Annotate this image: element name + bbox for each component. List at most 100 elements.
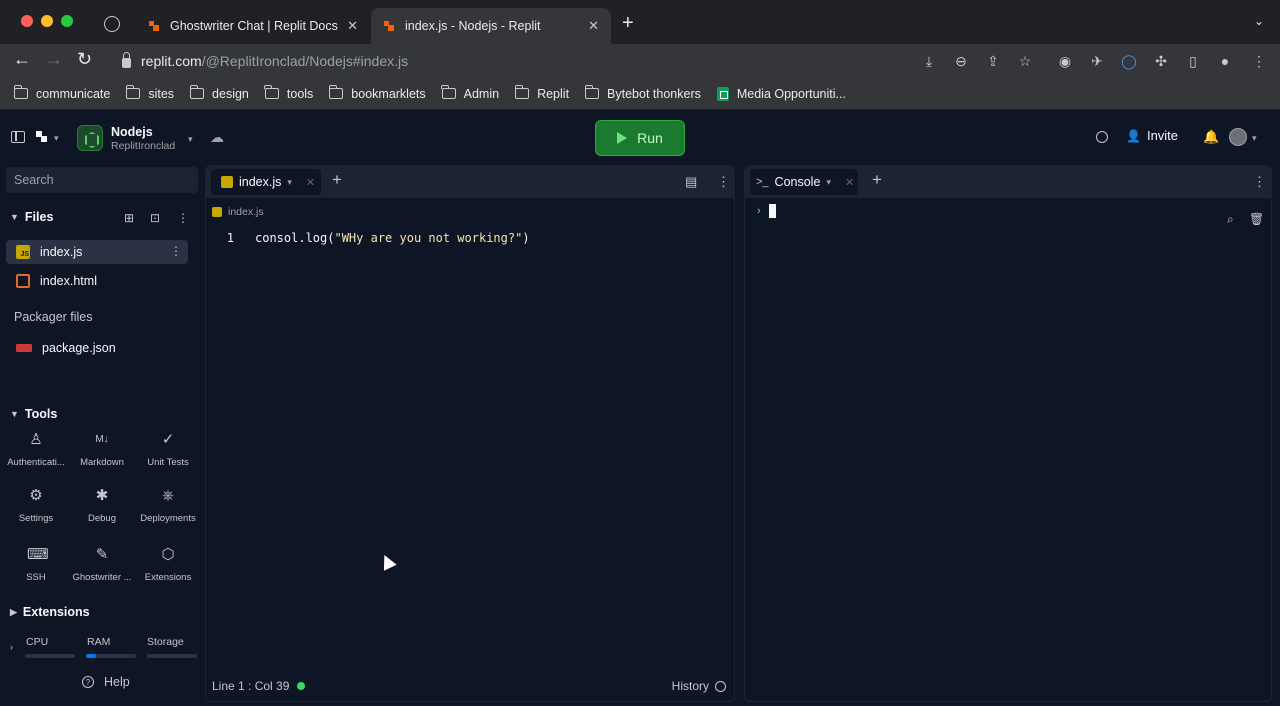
new-tab-button[interactable]: +: [622, 12, 634, 35]
tool-deployments[interactable]: ⎈ Deployments: [135, 487, 201, 524]
more-options-icon[interactable]: ⋮: [1253, 174, 1266, 190]
tool-extensions[interactable]: ⬡ Extensions: [135, 546, 201, 583]
chevron-down-icon[interactable]: ▾: [54, 133, 59, 144]
console-tab[interactable]: >_ Console ▾ ✕: [750, 169, 858, 195]
extension-icon[interactable]: ◉: [1057, 53, 1073, 69]
folder-icon: [264, 85, 279, 99]
status-dot-icon: [297, 682, 306, 690]
extension-circle-icon[interactable]: ◯: [1121, 53, 1137, 69]
repl-name[interactable]: Nodejs: [111, 125, 153, 139]
chevron-down-icon[interactable]: ▾: [188, 134, 193, 145]
editor-tab-index-js[interactable]: index.js ▾ ✕: [211, 169, 321, 195]
help-button[interactable]: ? Help: [82, 675, 130, 689]
replit-logo-icon[interactable]: [36, 131, 48, 143]
tool-unit-tests[interactable]: ✓ Unit Tests: [135, 431, 201, 468]
new-file-icon[interactable]: ⊞: [124, 211, 134, 225]
bookmark-label: sites: [148, 86, 175, 101]
close-icon[interactable]: ✕: [845, 176, 854, 189]
avatar[interactable]: [1229, 128, 1247, 146]
puzzle-icon[interactable]: ✣: [1153, 53, 1169, 69]
file-item-index-js[interactable]: JS index.js ⋮: [6, 240, 188, 264]
files-section-header[interactable]: ▼ Files: [10, 210, 53, 224]
tab-search-icon[interactable]: [104, 16, 120, 32]
close-icon[interactable]: ✕: [347, 18, 358, 34]
bookmark-star-icon[interactable]: ☆: [1017, 53, 1033, 69]
bookmark-media-opportunities[interactable]: Media Opportuniti...: [716, 86, 846, 101]
more-options-icon[interactable]: ⋮: [170, 244, 182, 258]
add-person-icon: 👤: [1126, 128, 1141, 143]
bookmarks-bar: communicate sites design tools bookmarkl…: [0, 78, 1280, 110]
extensions-header-label: Extensions: [22, 605, 90, 619]
bookmark-tools[interactable]: tools: [264, 85, 313, 101]
file-item-package-json[interactable]: package.json: [6, 336, 188, 360]
bookmark-bookmarklets[interactable]: bookmarklets: [328, 85, 426, 101]
layout-icon[interactable]: ▤: [685, 174, 697, 190]
tool-markdown[interactable]: M↓ Markdown: [69, 431, 135, 468]
file-search-input[interactable]: Search: [6, 167, 198, 193]
tool-label: Unit Tests: [147, 457, 189, 468]
window-zoom-button[interactable]: [61, 15, 73, 27]
close-icon[interactable]: ✕: [306, 176, 315, 189]
forward-arrow-icon[interactable]: →: [45, 49, 63, 70]
tool-debug[interactable]: ✱ Debug: [69, 487, 135, 524]
tool-settings[interactable]: ⚙ Settings: [3, 487, 69, 524]
file-item-index-html[interactable]: index.html: [6, 269, 188, 293]
repl-owner[interactable]: ReplitIronclad: [111, 140, 175, 152]
console-prompt[interactable]: ›: [757, 204, 776, 218]
bookmark-admin[interactable]: Admin: [441, 85, 499, 101]
chevron-down-icon[interactable]: ▾: [826, 177, 831, 188]
reload-icon[interactable]: ↻: [77, 49, 92, 70]
sidebar-toggle-icon[interactable]: [11, 131, 25, 143]
tool-authentication[interactable]: ♙ Authenticati...: [3, 431, 69, 468]
close-icon[interactable]: ✕: [588, 18, 599, 34]
breadcrumb-file[interactable]: index.js: [228, 206, 264, 218]
extensions-section-header[interactable]: ▶ Extensions: [10, 605, 90, 619]
bookmark-communicate[interactable]: communicate: [13, 85, 110, 101]
trash-icon[interactable]: 🗑: [1249, 212, 1264, 226]
window-close-button[interactable]: [21, 15, 33, 27]
zoom-icon[interactable]: ⊖: [953, 53, 969, 69]
window-minimize-button[interactable]: [41, 15, 53, 27]
chevron-down-icon[interactable]: ▾: [287, 177, 292, 188]
invite-button[interactable]: 👤 Invite: [1126, 128, 1178, 143]
bookmark-design[interactable]: design: [189, 85, 249, 101]
share-icon[interactable]: ⇪: [985, 53, 1001, 69]
tool-ghostwriter[interactable]: ✎ Ghostwriter ...: [69, 546, 135, 583]
bookmark-bytebot-thonkers[interactable]: Bytebot thonkers: [584, 85, 701, 101]
history-button[interactable]: History: [672, 679, 726, 693]
chevron-down-icon[interactable]: ▾: [1252, 133, 1257, 144]
bookmark-replit[interactable]: Replit: [514, 85, 569, 101]
code-string: "WHy are you not working?": [334, 231, 523, 245]
chevron-right-icon[interactable]: ›: [10, 642, 13, 652]
extension-plane-icon[interactable]: ✈: [1089, 53, 1105, 69]
more-options-icon[interactable]: ⋮: [717, 174, 730, 190]
search-icon[interactable]: [1096, 131, 1108, 143]
nodejs-icon[interactable]: [77, 125, 103, 151]
browser-tab-index-js[interactable]: index.js - Nodejs - Replit ✕: [371, 8, 611, 44]
add-tab-icon[interactable]: +: [872, 170, 882, 190]
back-arrow-icon[interactable]: ←: [13, 49, 31, 70]
address-bar[interactable]: replit.com/@ReplitIronclad/Nodejs#index.…: [110, 48, 1040, 74]
search-icon[interactable]: ⌕: [1227, 212, 1234, 227]
browser-menu-icon[interactable]: ⋮: [1251, 53, 1267, 69]
ghostwriter-icon: ✎: [95, 546, 109, 563]
line-number: 1: [226, 231, 234, 245]
browser-tab-ghostwriter-docs[interactable]: Ghostwriter Chat | Replit Docs ✕: [136, 8, 370, 44]
chevron-down-icon[interactable]: ⌄: [1254, 14, 1264, 28]
profile-avatar-icon[interactable]: ●: [1217, 53, 1233, 69]
folder-icon: [328, 85, 344, 99]
add-tab-icon[interactable]: +: [332, 170, 342, 190]
bell-icon[interactable]: 🔔: [1203, 129, 1219, 145]
tool-ssh[interactable]: ⌨ SSH: [3, 546, 69, 583]
bookmark-sites[interactable]: sites: [125, 85, 175, 101]
code-line[interactable]: 1 consol.log("WHy are you not working?"): [206, 228, 734, 248]
more-options-icon[interactable]: ⋮: [177, 211, 189, 225]
console-tab-bar: >_ Console ▾ ✕ + ⋮: [745, 166, 1271, 198]
new-folder-icon[interactable]: ⊡: [150, 211, 160, 225]
side-panel-icon[interactable]: ▯: [1185, 53, 1201, 69]
bookmark-label: bookmarklets: [351, 86, 426, 101]
install-icon[interactable]: ⤓: [921, 53, 937, 69]
chevron-down-icon: ▼: [10, 409, 19, 419]
run-button[interactable]: Run: [595, 120, 685, 156]
tools-section-header[interactable]: ▼ Tools: [10, 407, 57, 421]
